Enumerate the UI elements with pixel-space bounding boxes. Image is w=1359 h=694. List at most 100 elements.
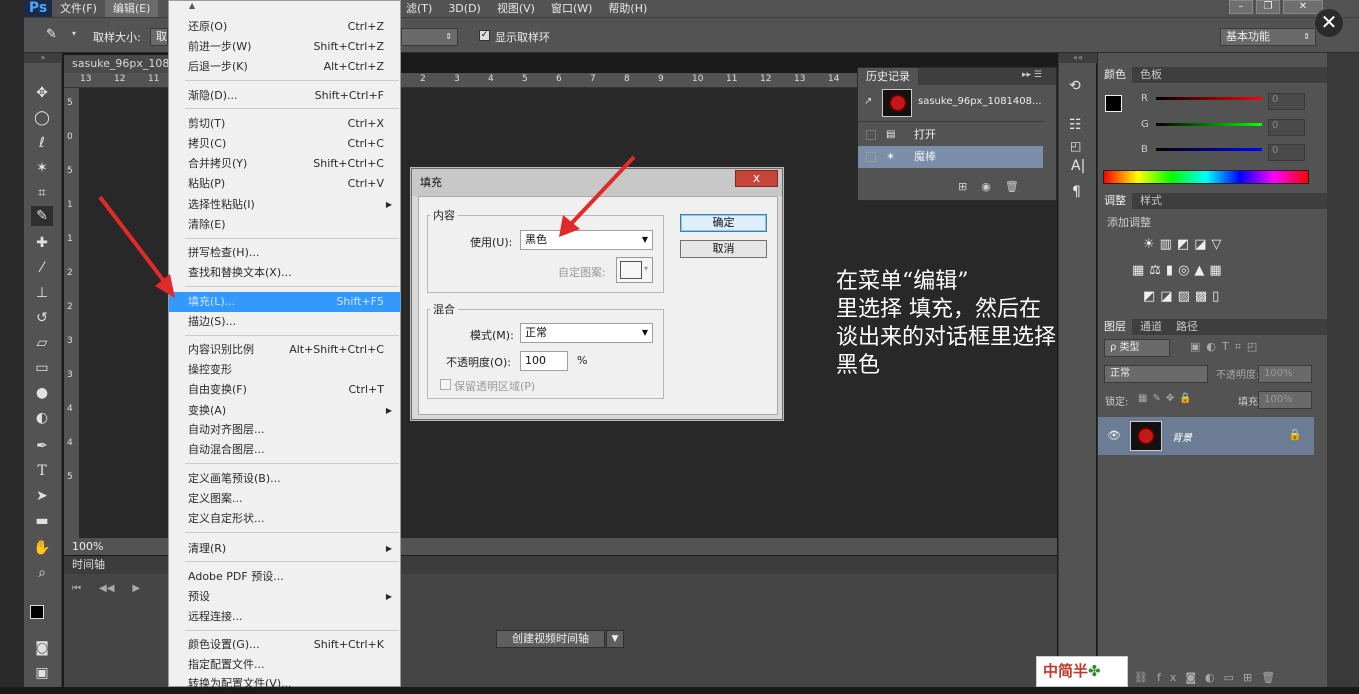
- eyedropper-icon[interactable]: ✎: [46, 27, 57, 42]
- history-row-magic-wand[interactable]: ✶ 魔棒: [858, 146, 1043, 168]
- snapshot-camera-icon[interactable]: ◉: [981, 180, 991, 193]
- history-row-open[interactable]: ▤ 打开: [858, 124, 1043, 146]
- crop-tool-icon[interactable]: ⌗: [31, 183, 53, 203]
- minimize-button[interactable]: –: [1229, 0, 1253, 14]
- new-document-icon[interactable]: ⊞: [958, 180, 967, 193]
- red-value[interactable]: 0: [1268, 93, 1305, 110]
- blue-value[interactable]: 0: [1268, 144, 1305, 161]
- show-ring-checkbox[interactable]: ✓: [479, 30, 490, 41]
- opacity-input[interactable]: 100: [520, 351, 568, 371]
- scroll-up-icon[interactable]: ▲: [189, 1, 195, 10]
- menu-item-copy[interactable]: 拷贝(C) Ctrl+C: [169, 134, 400, 154]
- menu-item-fill[interactable]: 填充(L)... Shift+F5: [169, 292, 400, 312]
- menu-item-content-aware-scale[interactable]: 内容识别比例 Alt+Shift+Ctrl+C: [169, 340, 400, 360]
- red-slider[interactable]: [1156, 97, 1262, 100]
- collapse-icon[interactable]: ««: [1059, 53, 1097, 63]
- menu-item-purge[interactable]: 清理(R) ▶: [169, 539, 400, 559]
- play-icon[interactable]: ▶: [132, 583, 140, 594]
- menu-help[interactable]: 帮助(H): [600, 0, 655, 17]
- ok-button[interactable]: 确定: [680, 214, 767, 232]
- layer-name[interactable]: 背景: [1172, 429, 1192, 444]
- sample-select[interactable]: ⇕: [401, 28, 458, 46]
- workspace-select[interactable]: 基本功能 ⇕: [1220, 28, 1316, 46]
- menu-item-auto-align[interactable]: 自动对齐图层...: [169, 420, 400, 440]
- dialog-close-button[interactable]: x: [735, 170, 778, 187]
- menu-item-free-transform[interactable]: 自由变换(F) Ctrl+T: [169, 380, 400, 400]
- snapshot-brush-icon[interactable]: ↗: [864, 96, 872, 107]
- lasso-tool-icon[interactable]: ℓ: [31, 133, 53, 153]
- screen-mode-icon[interactable]: ▣: [31, 663, 53, 683]
- menu-item-find-replace[interactable]: 查找和替换文本(X)...: [169, 263, 400, 283]
- type-tool-icon[interactable]: T: [31, 461, 53, 481]
- history-brush-icon[interactable]: ↺: [31, 308, 53, 328]
- menu-item-convert-profile[interactable]: 转换为配置文件(V)...: [169, 674, 400, 694]
- adjust-icons-row3[interactable]: ◩◪▨▩▯: [1143, 289, 1224, 304]
- eyedropper-tool-icon[interactable]: ✎: [31, 206, 53, 226]
- menu-item-fade[interactable]: 渐隐(D)... Shift+Ctrl+F: [169, 86, 400, 106]
- adjust-icons-row1[interactable]: ☀▥◩◪▽: [1143, 237, 1227, 252]
- color-spectrum[interactable]: [1103, 170, 1309, 184]
- blue-slider[interactable]: [1156, 148, 1262, 151]
- panel-menu-icon[interactable]: ▸▸ ☰: [1022, 70, 1042, 80]
- menu-item-clear[interactable]: 清除(E): [169, 215, 400, 235]
- menu-file[interactable]: 文件(F): [52, 0, 105, 17]
- prev-frame-icon[interactable]: ◀◀: [99, 583, 114, 594]
- first-frame-icon[interactable]: ⏮: [72, 583, 81, 594]
- foreground-color-swatch[interactable]: [30, 605, 44, 619]
- menu-item-transform[interactable]: 变换(A) ▶: [169, 401, 400, 421]
- path-select-icon[interactable]: ➤: [31, 486, 53, 506]
- lock-icons[interactable]: ▦✎✥🔒: [1138, 393, 1197, 404]
- gradient-tool-icon[interactable]: ▭: [31, 358, 53, 378]
- layers-footer-icons[interactable]: ⛓fx◙◐▭⊞🗑: [1134, 671, 1284, 684]
- menu-item-presets[interactable]: 预设 ▶: [169, 587, 400, 607]
- menu-item-stroke[interactable]: 描边(S)...: [169, 312, 400, 332]
- menu-view[interactable]: 视图(V): [489, 0, 543, 17]
- cancel-button[interactable]: 取消: [680, 240, 767, 258]
- sample-size-select[interactable]: 取: [150, 28, 168, 46]
- hand-tool-icon[interactable]: ✋: [31, 538, 53, 558]
- quick-mask-icon[interactable]: ◙: [31, 638, 53, 658]
- blur-tool-icon[interactable]: ●: [31, 383, 53, 403]
- menu-item-define-pattern[interactable]: 定义图案...: [169, 489, 400, 509]
- zoom-level[interactable]: 100%: [72, 540, 103, 553]
- tab-color[interactable]: 颜色: [1098, 67, 1132, 83]
- menu-3d[interactable]: 3D(D): [440, 0, 489, 17]
- magic-wand-tool-icon[interactable]: ✶: [31, 158, 53, 178]
- restore-button[interactable]: ❐: [1256, 0, 1280, 14]
- tab-adjustments[interactable]: 调整: [1098, 193, 1132, 209]
- menu-item-undo[interactable]: 还原(O) Ctrl+Z: [169, 17, 400, 37]
- menu-item-define-brush[interactable]: 定义画笔预设(B)...: [169, 469, 400, 489]
- shape-tool-icon[interactable]: ▬: [31, 511, 53, 531]
- history-tab[interactable]: 历史记录: [858, 68, 918, 85]
- menu-item-remote[interactable]: 远程连接...: [169, 607, 400, 627]
- tab-paths[interactable]: 路径: [1170, 319, 1204, 335]
- dodge-tool-icon[interactable]: ◐: [31, 408, 53, 428]
- overlay-close-button[interactable]: ✕: [1314, 8, 1344, 38]
- snapshot-name[interactable]: sasuke_96px_1081408...: [918, 96, 1042, 107]
- menu-filter[interactable]: 滤(T): [398, 0, 440, 17]
- create-video-timeline-button[interactable]: 创建视频时间轴: [496, 630, 605, 648]
- menu-item-color-settings[interactable]: 颜色设置(G)... Shift+Ctrl+K: [169, 635, 400, 655]
- menu-item-pdf-presets[interactable]: Adobe PDF 预设...: [169, 567, 400, 587]
- green-value[interactable]: 0: [1268, 119, 1305, 136]
- menu-item-assign-profile[interactable]: 指定配置文件...: [169, 655, 400, 675]
- history-panel-icon[interactable]: ⟲: [1069, 78, 1081, 94]
- menu-window[interactable]: 窗口(W): [543, 0, 600, 17]
- fill-field[interactable]: 100%: [1258, 391, 1312, 409]
- brush-tool-icon[interactable]: ⁄: [31, 258, 53, 278]
- eraser-tool-icon[interactable]: ▱: [31, 333, 53, 353]
- snapshot-thumbnail[interactable]: [882, 89, 912, 117]
- tab-swatches[interactable]: 色板: [1134, 67, 1168, 83]
- document-tab[interactable]: sasuke_96px_1081: [64, 55, 172, 73]
- preserve-transparency-checkbox[interactable]: [440, 379, 451, 390]
- fg-color[interactable]: [1105, 95, 1122, 112]
- zoom-tool-icon[interactable]: ⌕: [31, 563, 53, 583]
- use-select[interactable]: 黑色 ▼: [520, 230, 653, 250]
- adjust-icons-row2[interactable]: ▦⚖▮◎▲▦: [1132, 263, 1227, 278]
- trash-icon[interactable]: 🗑: [1005, 180, 1019, 193]
- layer-row-background[interactable]: 👁 背景 🔒: [1098, 417, 1314, 455]
- mode-select[interactable]: 正常 ▼: [520, 323, 653, 343]
- layer-filter-icons[interactable]: ▣◐T⌗◰: [1190, 340, 1263, 354]
- green-slider[interactable]: [1156, 123, 1262, 126]
- opacity-field[interactable]: 100%: [1258, 365, 1312, 383]
